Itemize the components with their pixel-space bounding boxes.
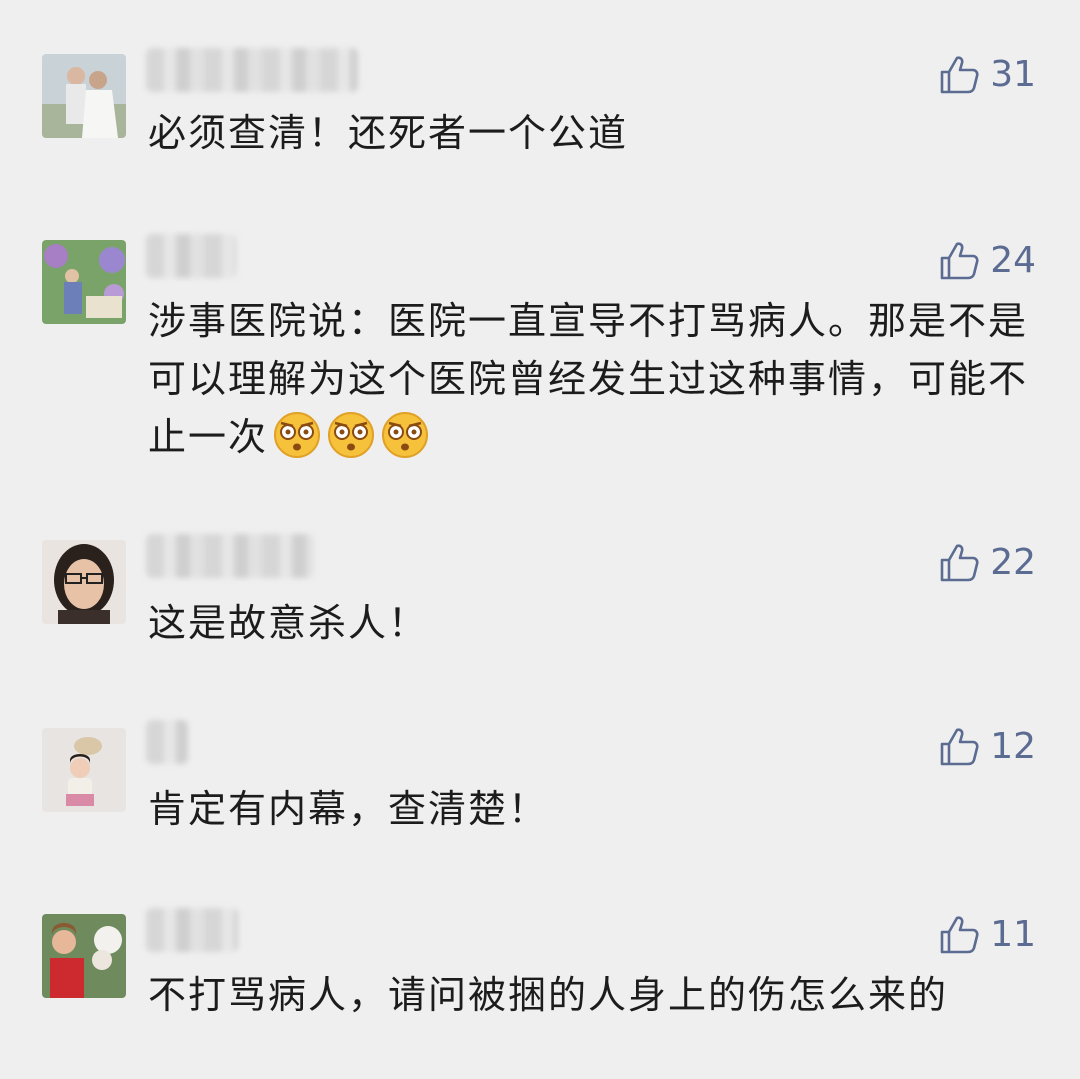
like-button[interactable]: 11: [938, 910, 1036, 960]
like-count: 22: [990, 542, 1036, 583]
avatar[interactable]: [42, 728, 126, 812]
nickname-blurred: [146, 534, 314, 578]
thumbs-up-icon: [940, 242, 979, 280]
shocked-face-icon: [328, 412, 375, 458]
like-button[interactable]: 24: [938, 236, 1036, 286]
avatar[interactable]: [42, 54, 126, 138]
avatar[interactable]: [42, 540, 126, 624]
thumbs-up-icon: [940, 544, 979, 582]
comment-text: 肯定有内幕，查清楚！: [148, 787, 549, 831]
thumbs-up-icon: [940, 728, 979, 766]
like-button[interactable]: 12: [938, 722, 1036, 772]
nickname-blurred: [146, 720, 188, 764]
comment-text: 不打骂病人，请问被捆的人身上的伤怎么来的: [148, 973, 949, 1017]
like-count: 12: [990, 726, 1036, 767]
thumbs-up-icon: [940, 56, 979, 94]
avatar[interactable]: [42, 914, 126, 998]
like-count: 31: [990, 54, 1036, 95]
shocked-face-icon: [382, 412, 429, 458]
comment-text: 这是故意杀人！: [148, 601, 429, 645]
avatar[interactable]: [42, 240, 126, 324]
nickname-blurred: [146, 908, 238, 952]
like-count: 24: [990, 240, 1036, 281]
comment-text: 涉事医院说：医院一直宣导不打骂病人。那是不是可以理解为这个医院曾经发生过这种事情…: [148, 292, 1028, 466]
nickname-blurred: [146, 48, 358, 92]
comment-text: 必须查清！还死者一个公道: [148, 111, 629, 155]
like-count: 11: [990, 914, 1036, 955]
shocked-face-icon: [274, 412, 321, 458]
nickname-blurred: [146, 234, 236, 278]
like-button[interactable]: 22: [938, 538, 1036, 588]
thumbs-up-icon: [940, 916, 979, 954]
like-button[interactable]: 31: [938, 50, 1036, 100]
